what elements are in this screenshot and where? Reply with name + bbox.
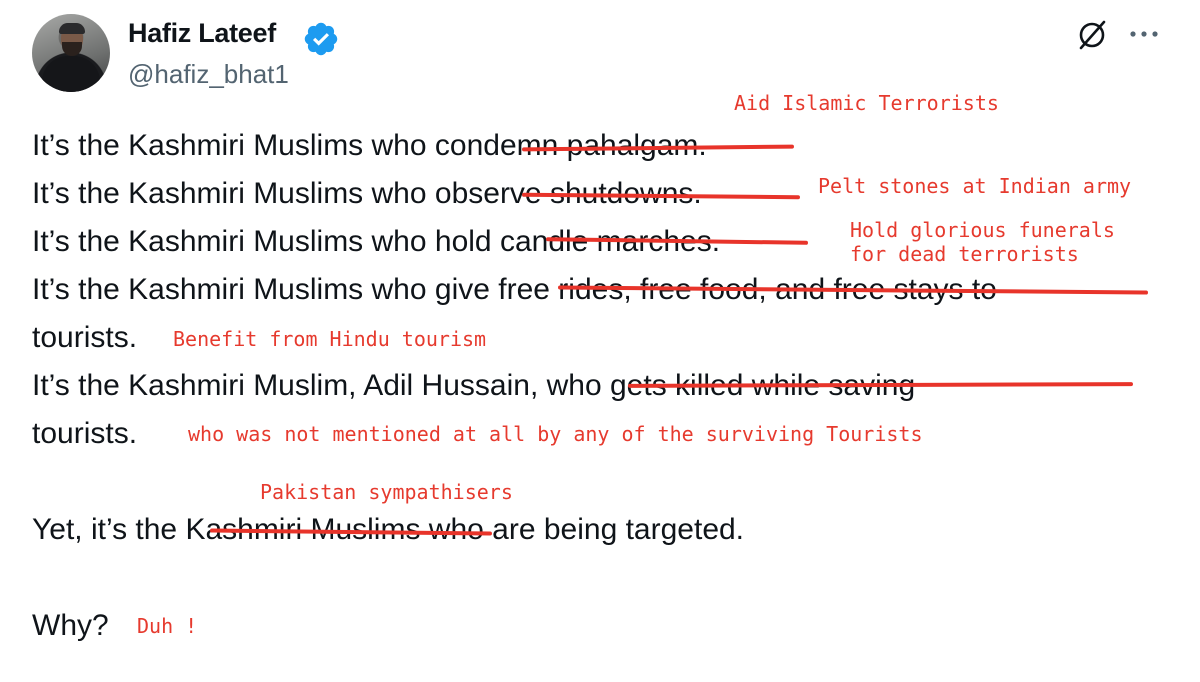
- tweet-line-9: Why?: [32, 609, 109, 642]
- annotation-funerals-2: for dead terrorists: [850, 242, 1079, 266]
- grok-icon[interactable]: [1075, 18, 1109, 52]
- annotation-aid-terrorists: Aid Islamic Terrorists: [734, 91, 999, 115]
- avatar[interactable]: [32, 14, 110, 92]
- tweet-line-5: tourists.: [32, 321, 138, 354]
- annotation-pelt-stones: Pelt stones at Indian army: [818, 174, 1132, 198]
- annotation-not-mentioned: who was not mentioned at all by any of t…: [188, 422, 923, 446]
- verified-badge-icon: [304, 22, 338, 56]
- tweet-line-7: tourists.: [32, 417, 138, 450]
- author-name[interactable]: Hafiz Lateef: [128, 14, 276, 52]
- tweet-card: Hafiz Lateef @hafiz_bhat1 It’s the Kashm…: [0, 0, 1200, 682]
- annotation-duh: Duh !: [137, 614, 198, 638]
- author-handle[interactable]: @hafiz_bhat1: [128, 56, 289, 92]
- annotation-hindu-tourism: Benefit from Hindu tourism: [173, 327, 487, 351]
- annotation-funerals-1: Hold glorious funerals: [850, 218, 1115, 242]
- more-options-icon[interactable]: [1124, 22, 1164, 46]
- annotation-pakistan-sympathisers: Pakistan sympathisers: [260, 480, 513, 504]
